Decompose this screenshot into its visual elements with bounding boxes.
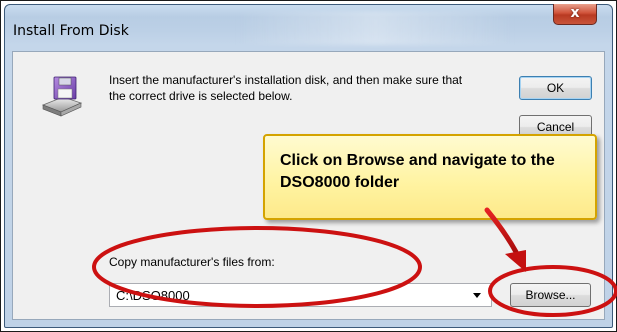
ok-button[interactable]: OK: [519, 76, 592, 100]
window-title: Install From Disk: [13, 23, 129, 39]
browse-button[interactable]: Browse...: [510, 283, 591, 307]
annotation-callout: Click on Browse and navigate to the DSO8…: [263, 134, 597, 220]
title-bar[interactable]: Install From Disk x: [5, 4, 612, 51]
background-window-ghost: [235, 11, 515, 45]
source-path-value: C:\DSO8000: [116, 288, 190, 303]
floppy-disk-drive-icon: [41, 76, 83, 117]
close-button[interactable]: x: [553, 4, 597, 25]
instruction-text: Insert the manufacturer's installation d…: [109, 73, 463, 103]
callout-text: Click on Browse and navigate to the DSO8…: [280, 152, 555, 191]
copy-files-label: Copy manufacturer's files from:: [109, 255, 275, 269]
source-path-combobox[interactable]: C:\DSO8000: [109, 283, 492, 307]
chevron-down-icon[interactable]: [473, 293, 481, 298]
close-icon: x: [570, 5, 580, 21]
